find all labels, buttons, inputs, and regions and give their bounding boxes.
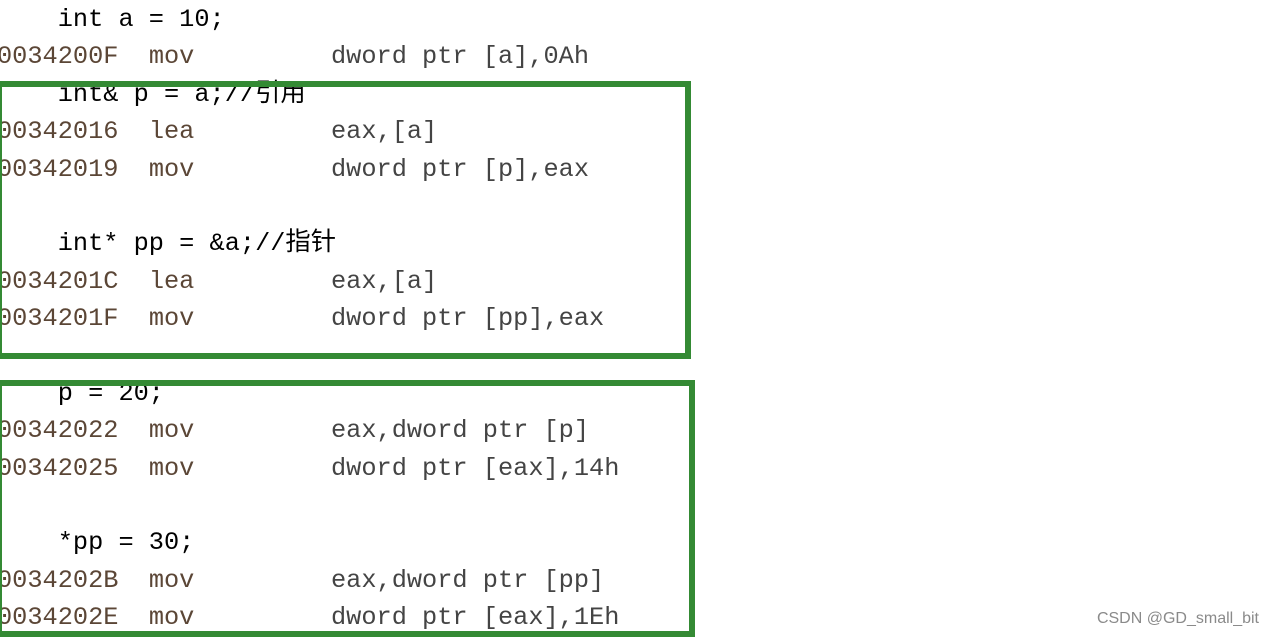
operands: dword ptr [eax],14h: [330, 453, 620, 483]
operands: eax,[a]: [330, 117, 438, 147]
address: 00342022: [0, 416, 119, 446]
operands: eax,[a]: [330, 266, 438, 296]
source-text: int* pp = &a;//指针: [0, 229, 337, 259]
mnemonic: mov: [148, 416, 195, 446]
address: 0034202E: [0, 603, 119, 633]
source-text: int a = 10;: [0, 5, 225, 34]
mnemonic: lea: [148, 117, 195, 147]
operands: dword ptr [a],0Ah: [330, 42, 590, 72]
asm-line: 0034201C lea eax,[a]: [0, 263, 619, 300]
source-text: int& p = a;//引用: [0, 79, 306, 109]
operands: dword ptr [eax],1Eh: [330, 603, 620, 633]
address: 0034201F: [0, 304, 119, 334]
source-line: p = 20;: [0, 375, 619, 412]
watermark: CSDN @GD_small_bit: [1096, 610, 1259, 627]
source-line: *pp = 30;: [0, 524, 619, 561]
address: 0034200F: [0, 42, 119, 72]
asm-line: 00342019 mov dword ptr [p],eax: [0, 151, 619, 188]
asm-line: 0034202E mov dword ptr [eax],1Eh: [0, 599, 619, 636]
address: 00342019: [0, 154, 119, 184]
operands: dword ptr [pp],eax: [330, 304, 605, 334]
source-text: *pp = 30;: [0, 528, 195, 558]
operands: eax,dword ptr [p]: [330, 416, 590, 446]
address: 00342016: [0, 117, 119, 147]
mnemonic: mov: [148, 453, 195, 483]
asm-line: 0034200F mov dword ptr [a],0Ah: [0, 38, 619, 75]
source-text: p = 20;: [0, 378, 164, 408]
asm-line: 00342016 lea eax,[a]: [0, 113, 619, 150]
asm-line: 0034201F mov dword ptr [pp],eax: [0, 300, 619, 337]
address: 0034202B: [0, 565, 119, 595]
source-line: int& p = a;//引用: [0, 76, 619, 113]
mnemonic: mov: [148, 154, 195, 184]
mnemonic: lea: [148, 266, 195, 296]
asm-line: 00342025 mov dword ptr [eax],14h: [0, 450, 619, 487]
mnemonic: mov: [148, 42, 195, 72]
source-line: int a = 10;: [0, 1, 619, 38]
source-line: int* pp = &a;//指针: [0, 225, 619, 262]
asm-line: 0034202B mov eax,dword ptr [pp]: [0, 562, 619, 599]
address: 00342025: [0, 453, 119, 483]
asm-line: 00342022 mov eax,dword ptr [p]: [0, 412, 619, 449]
operands: eax,dword ptr [pp]: [330, 565, 605, 595]
mnemonic: mov: [148, 304, 195, 334]
disassembly-listing: int a = 10; 0034200F mov dword ptr [a],0Ah …: [0, 1, 619, 637]
operands: dword ptr [p],eax: [330, 154, 590, 184]
address: 0034201C: [0, 266, 119, 296]
mnemonic: mov: [148, 565, 195, 595]
mnemonic: mov: [148, 603, 195, 633]
